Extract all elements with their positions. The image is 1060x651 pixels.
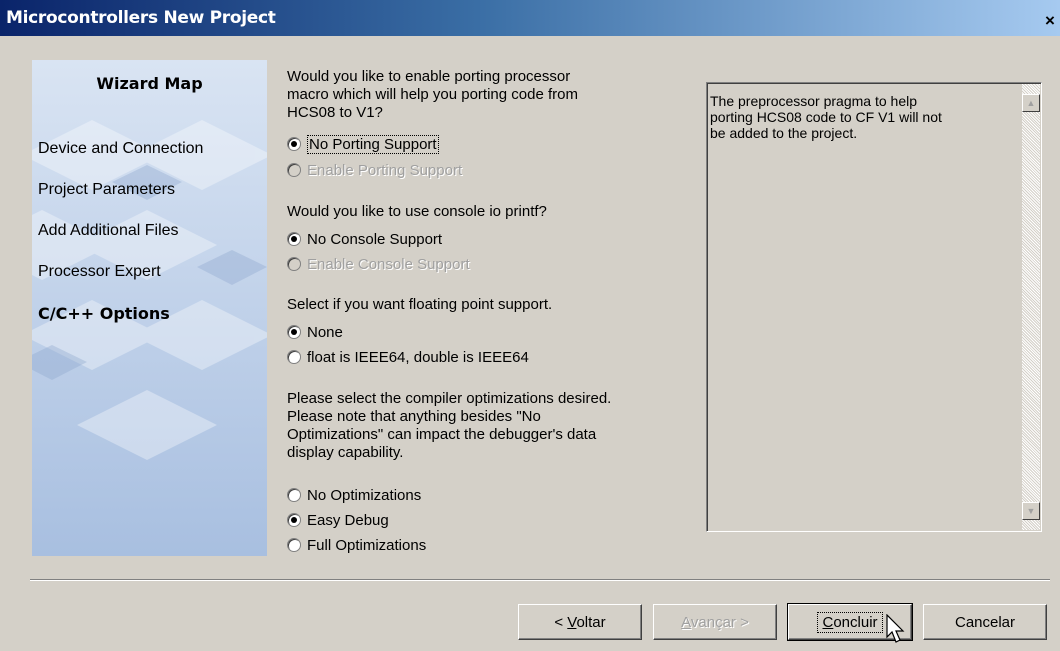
radio-checked-icon[interactable] bbox=[287, 232, 301, 246]
window-title: Microcontrollers New Project bbox=[6, 8, 276, 28]
scroll-up-icon[interactable]: ▲ bbox=[1022, 94, 1040, 112]
wizard-step-c-cpp-options[interactable]: C/C++ Options bbox=[38, 304, 170, 323]
wizard-step-processor-expert[interactable]: Processor Expert bbox=[38, 263, 161, 281]
wizard-map-panel: Wizard Map Device and Connection Project… bbox=[32, 60, 267, 556]
radio-no-console-support[interactable]: No Console Support bbox=[287, 229, 442, 249]
console-question: Would you like to use console io printf? bbox=[287, 203, 547, 220]
radio-unchecked-icon[interactable] bbox=[287, 538, 301, 552]
radio-float-ieee64[interactable]: float is IEEE64, double is IEEE64 bbox=[287, 347, 529, 367]
radio-unchecked-icon[interactable] bbox=[287, 257, 301, 271]
description-text: The preprocessor pragma to help porting … bbox=[710, 93, 942, 141]
scroll-down-icon[interactable]: ▼ bbox=[1022, 502, 1040, 520]
wizard-step-device-and-connection[interactable]: Device and Connection bbox=[38, 140, 203, 158]
back-button[interactable]: < Voltar bbox=[518, 604, 642, 640]
description-scrollbar[interactable]: ▲ ▼ bbox=[1022, 84, 1040, 530]
radio-float-none[interactable]: None bbox=[287, 322, 343, 342]
radio-unchecked-icon[interactable] bbox=[287, 350, 301, 364]
radio-unchecked-icon[interactable] bbox=[287, 488, 301, 502]
radio-enable-console-support[interactable]: Enable Console Support bbox=[287, 254, 470, 274]
mouse-pointer-icon bbox=[886, 614, 905, 643]
radio-checked-icon[interactable] bbox=[287, 325, 301, 339]
radio-no-optimizations[interactable]: No Optimizations bbox=[287, 485, 421, 505]
radio-full-optimizations[interactable]: Full Optimizations bbox=[287, 535, 426, 555]
radio-unchecked-icon[interactable] bbox=[287, 163, 301, 177]
floating-point-question: Select if you want floating point suppor… bbox=[287, 296, 553, 313]
next-button[interactable]: Avançar > bbox=[653, 604, 777, 640]
porting-question: Would you like to enable porting process… bbox=[287, 68, 578, 121]
radio-easy-debug[interactable]: Easy Debug bbox=[287, 510, 389, 530]
wizard-step-project-parameters[interactable]: Project Parameters bbox=[38, 181, 175, 199]
title-bar[interactable]: Microcontrollers New Project × bbox=[0, 0, 1060, 36]
radio-checked-icon[interactable] bbox=[287, 137, 301, 151]
description-box[interactable]: The preprocessor pragma to help porting … bbox=[706, 82, 1042, 532]
cancel-button[interactable]: Cancelar bbox=[923, 604, 1047, 640]
wizard-step-add-additional-files[interactable]: Add Additional Files bbox=[38, 222, 179, 240]
wizard-map-title: Wizard Map bbox=[96, 74, 203, 93]
divider bbox=[30, 579, 1050, 581]
radio-no-porting-support[interactable]: No Porting Support bbox=[287, 134, 439, 154]
radio-enable-porting-support[interactable]: Enable Porting Support bbox=[287, 160, 462, 180]
close-icon[interactable]: × bbox=[1042, 10, 1058, 32]
optimizations-question: Please select the compiler optimizations… bbox=[287, 390, 612, 461]
radio-checked-icon[interactable] bbox=[287, 513, 301, 527]
